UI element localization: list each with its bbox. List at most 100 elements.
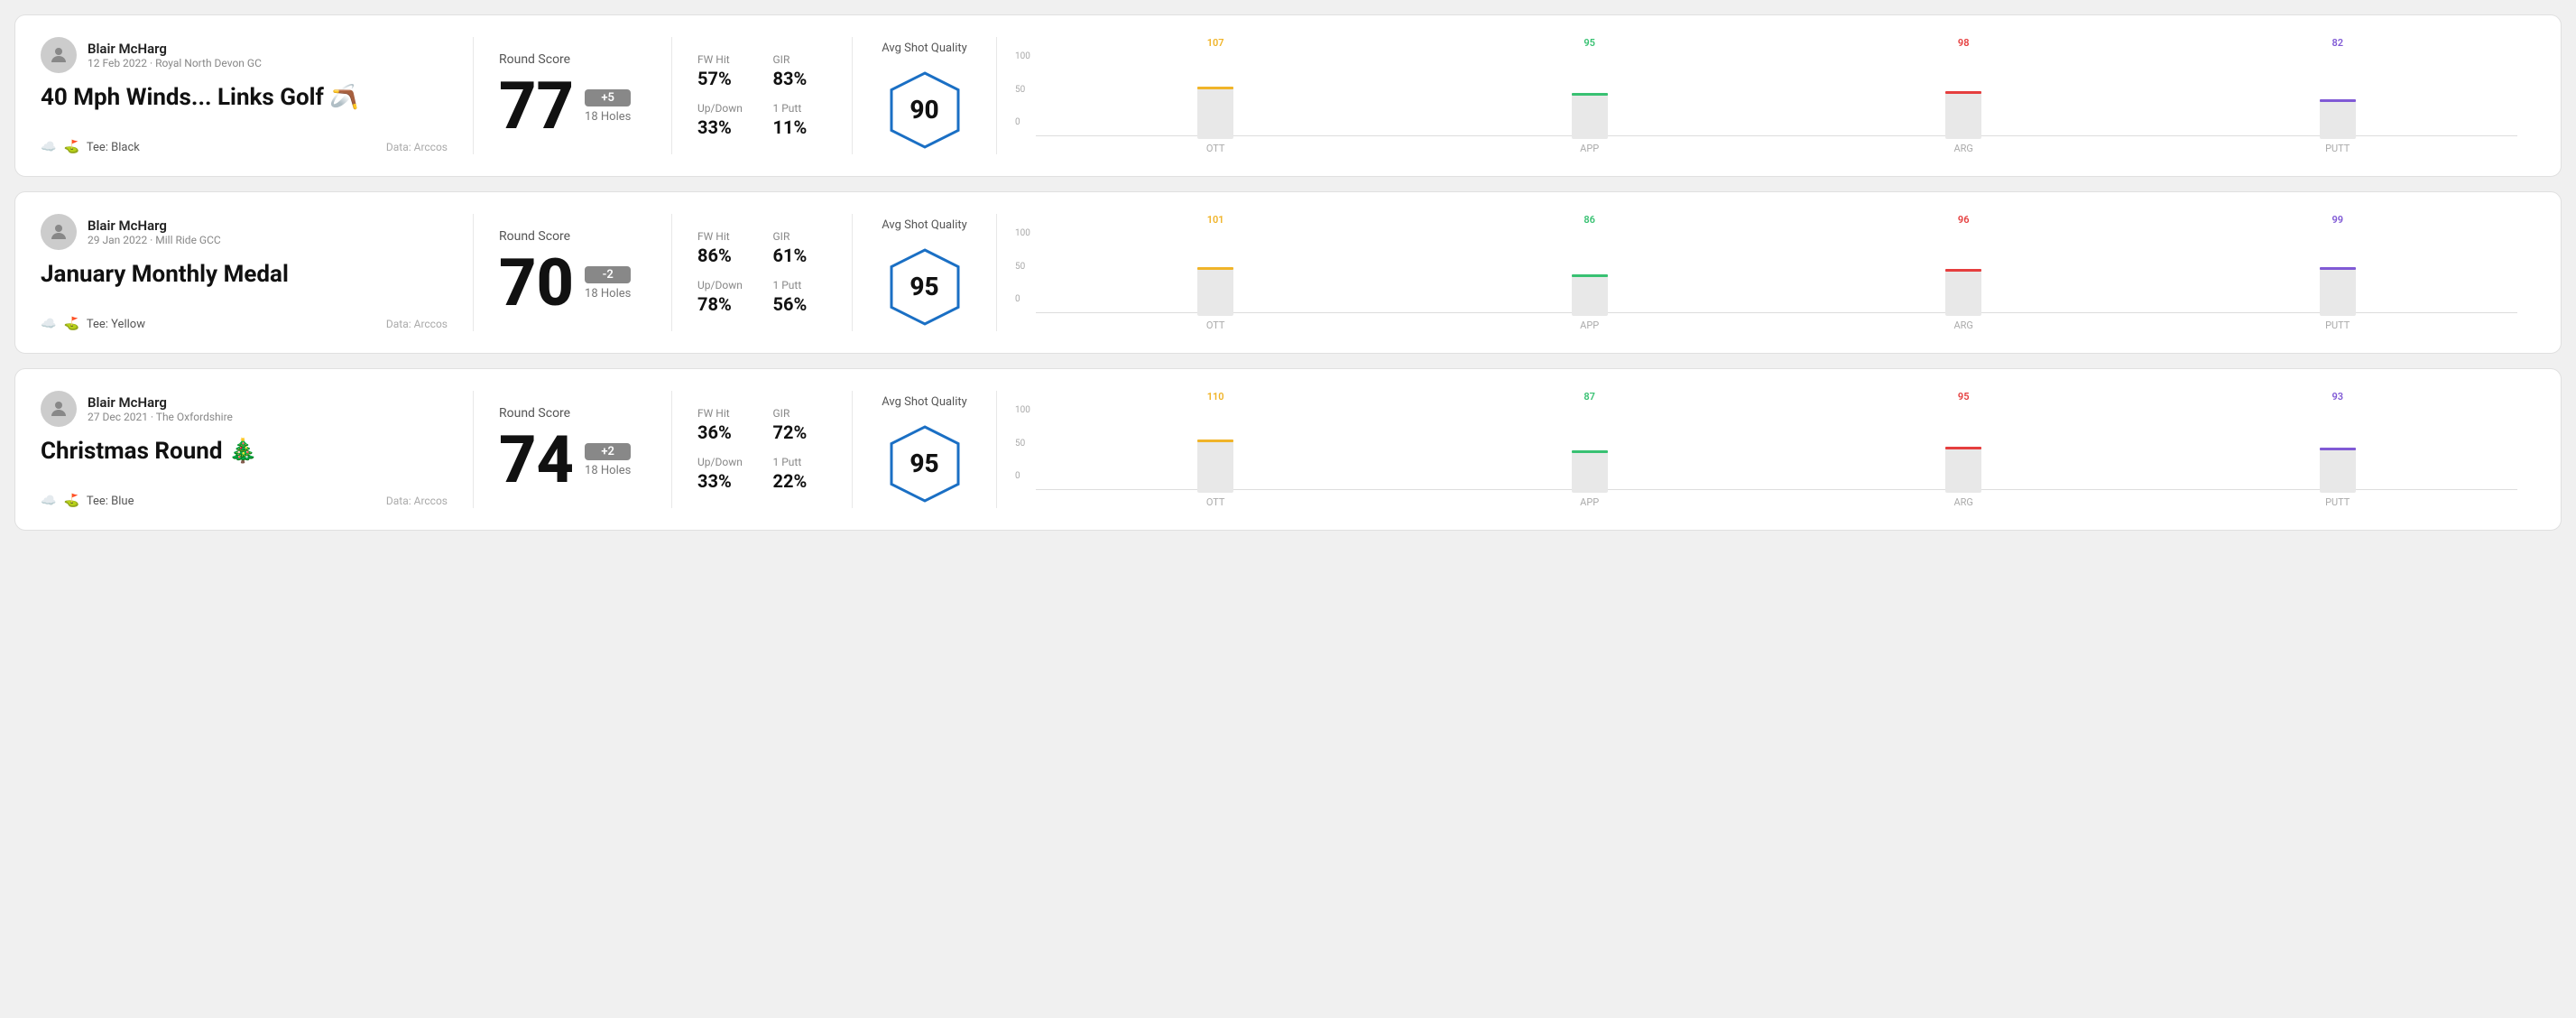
bars-container: 101 OTT 86 APP 96 ARG	[1036, 214, 2517, 331]
weather-icon: ☁️	[41, 494, 56, 508]
y-label-100: 100	[1015, 405, 1030, 415]
bar-xlabel-putt: PUTT	[2325, 319, 2350, 331]
bar-fill-arg	[1945, 91, 1981, 94]
gir-value: 83%	[773, 68, 827, 89]
quality-score: 90	[909, 95, 938, 125]
quality-score: 95	[909, 449, 938, 478]
round-title: January Monthly Medal	[41, 261, 448, 288]
tee-info: ☁️ ⛳ Tee: Yellow	[41, 317, 145, 331]
oneputt-value: 22%	[773, 470, 827, 492]
bar-xlabel-arg: ARG	[1953, 496, 1972, 508]
card-chart-section: 100 50 0 101 OTT 86 APP	[997, 214, 2535, 331]
user-meta: 27 Dec 2021 · The Oxfordshire	[88, 411, 233, 423]
quality-label: Avg Shot Quality	[882, 42, 967, 55]
bar-value-putt: 93	[2331, 391, 2343, 403]
card-score-section: Round Score 77 +5 18 Holes	[474, 37, 672, 154]
y-label-50: 50	[1015, 262, 1030, 272]
y-label-0: 0	[1015, 471, 1030, 481]
bar-fill-putt	[2320, 448, 2356, 450]
oneputt-stat: 1 Putt 56%	[773, 279, 827, 315]
data-source: Data: Arccos	[386, 495, 448, 507]
golf-icon: ⛳	[63, 317, 78, 331]
bar-xlabel-ott: OTT	[1206, 496, 1225, 508]
updown-value: 33%	[697, 116, 752, 138]
chart-bar-ott: 110 OTT	[1036, 391, 1396, 508]
y-label-100: 100	[1015, 228, 1030, 238]
score-badge: +2	[585, 443, 631, 460]
updown-value: 33%	[697, 470, 752, 492]
score-number: 74	[499, 428, 574, 493]
data-source: Data: Arccos	[386, 141, 448, 153]
y-axis: 100 50 0	[1015, 214, 1030, 304]
bar-fill-arg	[1945, 447, 1981, 449]
bar-xlabel-putt: PUTT	[2325, 143, 2350, 154]
updown-stat: Up/Down 33%	[697, 102, 752, 138]
round-card-3: Blair McHarg 27 Dec 2021 · The Oxfordshi…	[14, 368, 2562, 531]
data-source: Data: Arccos	[386, 318, 448, 330]
bar-value-putt: 82	[2331, 37, 2343, 49]
user-info: Blair McHarg 12 Feb 2022 · Royal North D…	[41, 37, 448, 73]
bar-bg-ott	[1197, 87, 1233, 139]
round-title: 40 Mph Winds... Links Golf 🪃	[41, 84, 448, 111]
gir-value: 61%	[773, 245, 827, 266]
card-score-section: Round Score 70 -2 18 Holes	[474, 214, 672, 331]
bar-value-ott: 110	[1207, 391, 1224, 403]
gir-label: GIR	[773, 53, 827, 66]
fw-hit-label: FW Hit	[697, 230, 752, 243]
card-stats-section: FW Hit 36% GIR 72% Up/Down 33% 1 Putt 22…	[672, 391, 853, 508]
oneputt-value: 11%	[773, 116, 827, 138]
card-footer: ☁️ ⛳ Tee: Yellow Data: Arccos	[41, 317, 448, 331]
bar-bg-ott	[1197, 440, 1233, 493]
chart-bar-arg: 96 ARG	[1784, 214, 2144, 331]
bars-container: 107 OTT 95 APP 98 ARG	[1036, 37, 2517, 154]
card-left-section: Blair McHarg 29 Jan 2022 · Mill Ride GCC…	[41, 214, 474, 331]
chart-bar-arg: 95 ARG	[1784, 391, 2144, 508]
y-axis: 100 50 0	[1015, 37, 1030, 127]
avatar	[41, 391, 77, 427]
stats-grid: FW Hit 36% GIR 72% Up/Down 33% 1 Putt 22…	[697, 407, 826, 492]
updown-label: Up/Down	[697, 102, 752, 115]
golf-icon: ⛳	[63, 494, 78, 508]
gir-stat: GIR 83%	[773, 53, 827, 89]
hexagon-container: 90	[884, 69, 965, 151]
bar-xlabel-app: APP	[1580, 319, 1599, 331]
avatar	[41, 37, 77, 73]
fw-hit-stat: FW Hit 57%	[697, 53, 752, 89]
score-main: 70 -2 18 Holes	[499, 251, 646, 316]
bars-container: 110 OTT 87 APP 95 ARG	[1036, 391, 2517, 508]
card-quality-section: Avg Shot Quality 90	[853, 37, 997, 154]
bar-value-app: 86	[1583, 214, 1595, 226]
y-label-0: 0	[1015, 117, 1030, 127]
tee-label: Tee: Blue	[87, 495, 134, 508]
user-details: Blair McHarg 27 Dec 2021 · The Oxfordshi…	[88, 394, 233, 423]
chart-bar-ott: 101 OTT	[1036, 214, 1396, 331]
updown-label: Up/Down	[697, 456, 752, 468]
chart-bar-arg: 98 ARG	[1784, 37, 2144, 154]
score-badge: +5	[585, 89, 631, 106]
gir-label: GIR	[773, 230, 827, 243]
score-label: Round Score	[499, 52, 646, 67]
score-details: -2 18 Holes	[585, 266, 631, 301]
round-card-1: Blair McHarg 12 Feb 2022 · Royal North D…	[14, 14, 2562, 177]
y-label-50: 50	[1015, 85, 1030, 95]
fw-hit-value: 86%	[697, 245, 752, 266]
bar-bg-arg	[1945, 447, 1981, 493]
bar-value-arg: 98	[1958, 37, 1970, 49]
chart-bar-app: 95 APP	[1409, 37, 1769, 154]
gir-label: GIR	[773, 407, 827, 420]
score-number: 70	[499, 251, 574, 316]
updown-label: Up/Down	[697, 279, 752, 292]
golf-icon: ⛳	[63, 140, 78, 154]
bar-xlabel-ott: OTT	[1206, 319, 1225, 331]
oneputt-value: 56%	[773, 293, 827, 315]
chart-area: 100 50 0 107 OTT 95 APP	[1015, 37, 2517, 154]
card-stats-section: FW Hit 86% GIR 61% Up/Down 78% 1 Putt 56…	[672, 214, 853, 331]
stats-grid: FW Hit 86% GIR 61% Up/Down 78% 1 Putt 56…	[697, 230, 826, 315]
weather-icon: ☁️	[41, 317, 56, 331]
hexagon-container: 95	[884, 246, 965, 328]
oneputt-label: 1 Putt	[773, 279, 827, 292]
card-score-section: Round Score 74 +2 18 Holes	[474, 391, 672, 508]
bar-bg-putt	[2320, 267, 2356, 316]
round-card-2: Blair McHarg 29 Jan 2022 · Mill Ride GCC…	[14, 191, 2562, 354]
bar-xlabel-app: APP	[1580, 496, 1599, 508]
